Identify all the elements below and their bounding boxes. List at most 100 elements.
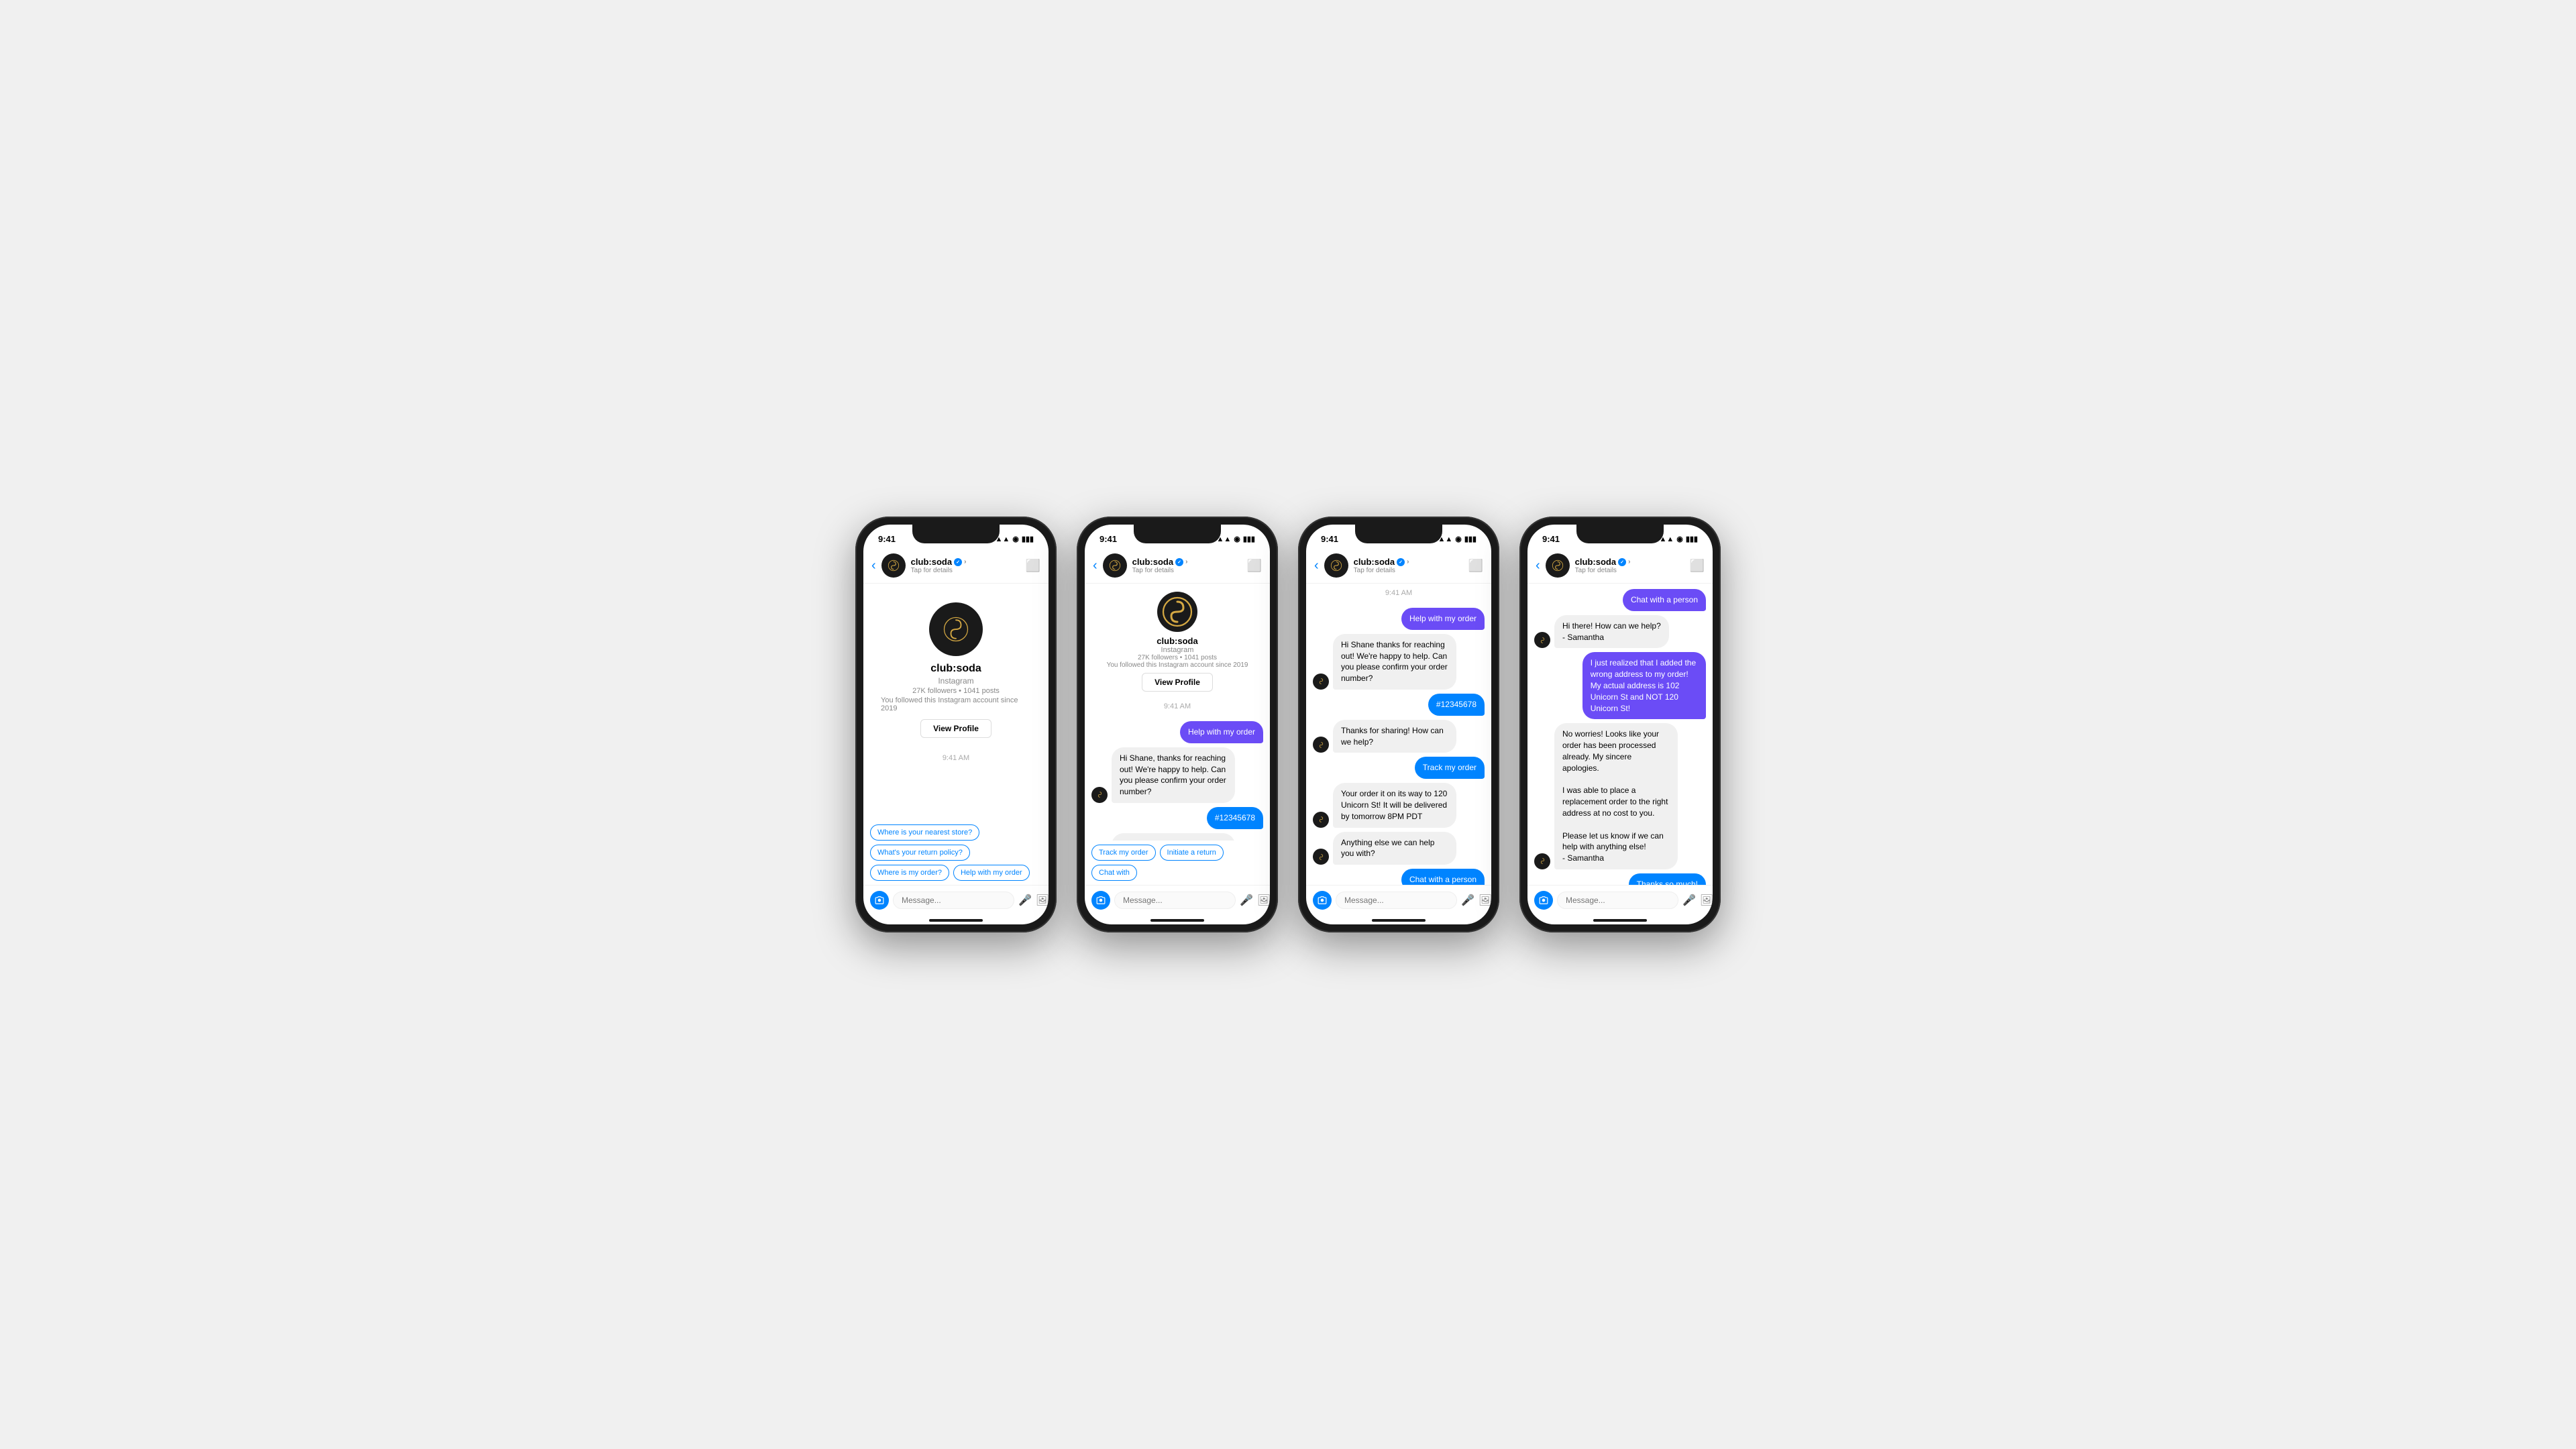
back-button-1[interactable]: ‹	[871, 558, 876, 574]
wifi-icon-2: ◉	[1234, 535, 1240, 543]
back-button-3[interactable]: ‹	[1314, 558, 1319, 574]
view-profile-button-2[interactable]: View Profile	[1142, 673, 1213, 692]
msg-sent-2-4: I just realized that I added the wrong a…	[1534, 652, 1706, 719]
bubble-received-1-3: Hi Shane thanks for reaching out! We're …	[1333, 634, 1456, 690]
phone-4-notch	[1576, 525, 1664, 543]
back-button-4[interactable]: ‹	[1536, 558, 1540, 574]
video-icon-3[interactable]: ⬜	[1468, 559, 1483, 573]
quick-replies-1: Where is your nearest store? What's your…	[863, 820, 1049, 885]
phone-4: 9:41 ▲▲ ◉ ▮▮▮ ‹	[1519, 517, 1721, 932]
chat-messages-1: club:soda Instagram 27K followers • 1041…	[863, 584, 1049, 820]
camera-button-2[interactable]	[1091, 891, 1110, 910]
brand-name-3: club:soda ✓ ›	[1354, 557, 1468, 567]
bubble-sent-4-3: Chat with a person	[1401, 869, 1485, 885]
input-icons-4: 🎤 🖼 😊	[1682, 894, 1713, 907]
phone-3-frame: 9:41 ▲▲ ◉ ▮▮▮ ‹	[1298, 517, 1499, 932]
chat-messages-2: Help with my order Hi Shane, thanks for …	[1085, 716, 1270, 841]
status-icons-3: ▲▲ ◉ ▮▮▮	[1438, 535, 1477, 543]
profile-mini-2: club:soda Instagram 27K followers • 1041…	[1085, 584, 1270, 697]
photo-icon-2[interactable]: 🖼	[1257, 894, 1270, 907]
time-divider-3: 9:41 AM	[1306, 584, 1491, 602]
chat-header-1: ‹ club:soda ✓ ›	[863, 548, 1049, 584]
msg-received-1-3: Hi Shane thanks for reaching out! We're …	[1313, 634, 1485, 690]
header-info-4: club:soda ✓ › Tap for details	[1575, 557, 1690, 574]
mic-icon-4[interactable]: 🎤	[1682, 894, 1696, 907]
bubble-sent-2-2: #12345678	[1207, 807, 1263, 829]
camera-button-3[interactable]	[1313, 891, 1332, 910]
home-bar-2	[1150, 919, 1204, 922]
photo-icon-3[interactable]: 🖼	[1479, 894, 1491, 907]
mic-icon-2[interactable]: 🎤	[1240, 894, 1253, 907]
header-info-2: club:soda ✓ › Tap for details	[1132, 557, 1247, 574]
verified-badge-4: ✓	[1618, 558, 1626, 566]
video-icon-2[interactable]: ⬜	[1247, 559, 1262, 573]
wifi-icon: ◉	[1012, 535, 1019, 543]
chat-messages-3: Help with my order Hi Shane thanks for r…	[1306, 602, 1491, 885]
msg-received-2-4: No worries! Looks like your order has be…	[1534, 723, 1706, 869]
msg-received-1-2: Hi Shane, thanks for reaching out! We're…	[1091, 747, 1263, 803]
msg-sent-1-4: Chat with a person	[1534, 589, 1706, 611]
battery-icon: ▮▮▮	[1022, 535, 1034, 543]
bubble-sent-2-3: #12345678	[1428, 694, 1485, 716]
tap-details-3: Tap for details	[1354, 567, 1468, 574]
msg-avatar-small-3c	[1313, 812, 1329, 828]
message-input-3[interactable]	[1336, 892, 1457, 909]
wifi-icon-4: ◉	[1676, 535, 1683, 543]
status-time-4: 9:41	[1542, 534, 1560, 544]
chat-messages-4: Chat with a person Hi there! How can we …	[1527, 584, 1713, 885]
quick-reply-order[interactable]: Where is my order?	[870, 865, 949, 881]
phone-2: 9:41 ▲▲ ◉ ▮▮▮ ‹	[1077, 517, 1278, 932]
input-icons-2: 🎤 🖼 😊	[1240, 894, 1270, 907]
back-button-2[interactable]: ‹	[1093, 558, 1097, 574]
msg-received-4-3: Anything else we can help you with?	[1313, 832, 1485, 865]
msg-sent-2-3: #12345678	[1313, 694, 1485, 716]
bubble-received-1-2: Hi Shane, thanks for reaching out! We're…	[1112, 747, 1235, 803]
msg-received-2-2: Thanks for sharing! How can we help?	[1091, 833, 1263, 841]
camera-button-1[interactable]	[870, 891, 889, 910]
video-icon-1[interactable]: ⬜	[1026, 559, 1040, 573]
brand-avatar-4	[1546, 553, 1570, 578]
photo-icon-1[interactable]: 🖼	[1036, 894, 1049, 907]
quick-reply-chat-2[interactable]: Chat with	[1091, 865, 1137, 881]
bubble-received-4-3: Anything else we can help you with?	[1333, 832, 1456, 865]
quick-reply-return[interactable]: What's your return policy?	[870, 845, 970, 861]
profile-avatar-large	[929, 602, 983, 656]
message-input-1[interactable]	[893, 892, 1014, 909]
input-icons-3: 🎤 🖼 😊	[1461, 894, 1491, 907]
chat-header-3: ‹ club:soda ✓ ›	[1306, 548, 1491, 584]
home-bar-4	[1593, 919, 1647, 922]
msg-received-2-3: Thanks for sharing! How can we help?	[1313, 720, 1485, 753]
home-indicator-2	[1085, 915, 1270, 924]
phone-1: 9:41 ▲▲ ◉ ▮▮▮ ‹	[855, 517, 1057, 932]
phone-4-frame: 9:41 ▲▲ ◉ ▮▮▮ ‹	[1519, 517, 1721, 932]
msg-avatar-small-3a	[1313, 674, 1329, 690]
quick-reply-help[interactable]: Help with my order	[953, 865, 1030, 881]
camera-button-4[interactable]	[1534, 891, 1553, 910]
bubble-sent-2-4: I just realized that I added the wrong a…	[1582, 652, 1706, 719]
photo-icon-4[interactable]: 🖼	[1700, 894, 1713, 907]
message-input-bar-1: 🎤 🖼 😊	[863, 885, 1049, 915]
message-input-4[interactable]	[1557, 892, 1678, 909]
quick-reply-track-2[interactable]: Track my order	[1091, 845, 1156, 861]
msg-sent-3-4: Thanks so much!	[1534, 873, 1706, 885]
mic-icon-3[interactable]: 🎤	[1461, 894, 1474, 907]
input-icons-1: 🎤 🖼 😊	[1018, 894, 1049, 907]
msg-avatar-small-3d	[1313, 849, 1329, 865]
view-profile-button[interactable]: View Profile	[920, 719, 991, 738]
quick-reply-store[interactable]: Where is your nearest store?	[870, 824, 979, 841]
brand-avatar-3	[1324, 553, 1348, 578]
status-time-1: 9:41	[878, 534, 896, 544]
bubble-sent-3-4: Thanks so much!	[1629, 873, 1706, 885]
msg-avatar-small-4a	[1534, 632, 1550, 648]
status-icons-1: ▲▲ ◉ ▮▮▮	[995, 535, 1034, 543]
mic-icon-1[interactable]: 🎤	[1018, 894, 1032, 907]
quick-reply-initiate-2[interactable]: Initiate a return	[1160, 845, 1224, 861]
video-icon-4[interactable]: ⬜	[1690, 559, 1705, 573]
message-input-bar-4: 🎤 🖼 😊	[1527, 885, 1713, 915]
bubble-sent-3-3: Track my order	[1415, 757, 1485, 779]
message-input-2[interactable]	[1114, 892, 1236, 909]
message-input-bar-2: 🎤 🖼 😊	[1085, 885, 1270, 915]
home-bar-3	[1372, 919, 1426, 922]
msg-received-1-4: Hi there! How can we help?- Samantha	[1534, 615, 1706, 649]
bubble-sent-1-2: Help with my order	[1180, 721, 1263, 743]
